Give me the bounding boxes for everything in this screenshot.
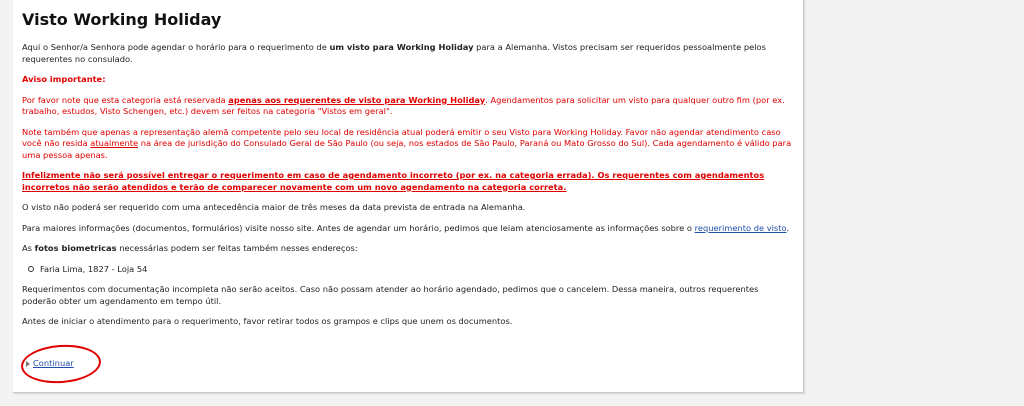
- warning-jurisdiction: Note também que apenas a representação a…: [22, 127, 794, 162]
- page-title: Visto Working Holiday: [22, 10, 222, 29]
- info-part2: .: [786, 222, 790, 233]
- list-item: Faria Lima, 1827 - Loja 54: [28, 264, 794, 276]
- timing-note: O visto não poderá ser requerido com uma…: [22, 202, 526, 212]
- address-list: Faria Lima, 1827 - Loja 54: [22, 264, 794, 276]
- content-panel: Visto Working Holiday Aqui o Senhor/a Se…: [13, 0, 804, 393]
- bullet-icon: [28, 266, 34, 272]
- intro-part1: Aqui o Senhor/a Senhora pode agendar o h…: [22, 42, 330, 52]
- address-text: Faria Lima, 1827 - Loja 54: [40, 263, 148, 274]
- warning-category: Por favor note que esta categoria está r…: [22, 95, 794, 118]
- arrow-right-icon: [26, 360, 30, 367]
- photos-text: As fotos biometricas necessárias podem s…: [22, 243, 794, 255]
- info-text: Para maiores informações (documentos, fo…: [22, 223, 794, 235]
- warning-heading: Aviso importante:: [22, 74, 106, 84]
- warning1-part1: Por favor note que esta categoria está r…: [22, 94, 229, 105]
- info-part1: Para maiores informações (documentos, fo…: [22, 222, 695, 233]
- warning-incorrect-booking: Infelizmente não será possível entregar …: [22, 170, 765, 192]
- intro-text: Aqui o Senhor/a Senhora pode agendar o h…: [22, 42, 794, 65]
- visa-requirements-link[interactable]: requerimento de visto: [695, 223, 787, 233]
- photos-bold: fotos biometricas: [34, 243, 117, 253]
- warning2-part2: na área de jurisdição do Consulado Geral…: [22, 138, 792, 160]
- warning2-emphasis: atualmente: [90, 138, 139, 148]
- main-content: Visto Working Holiday Aqui o Senhor/a Se…: [22, 10, 794, 337]
- continue-link[interactable]: Continuar: [33, 358, 74, 368]
- incomplete-note: Requerimentos com documentação incomplet…: [22, 284, 759, 306]
- photos-part1: As: [22, 243, 35, 253]
- photos-part2: necessárias podem ser feitas também ness…: [116, 243, 358, 253]
- clips-note: Antes de iniciar o atendimento para o re…: [22, 316, 513, 326]
- continue-link-wrapper: Continuar: [26, 358, 74, 368]
- warning1-emphasis: apenas aos requerentes de visto para Wor…: [228, 94, 486, 105]
- intro-bold: um visto para Working Holiday: [329, 42, 474, 52]
